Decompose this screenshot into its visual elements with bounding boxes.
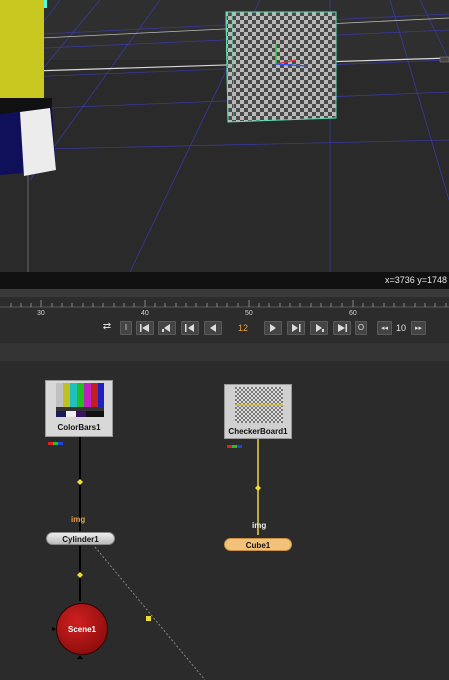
cylinder-node[interactable]: Cylinder1 xyxy=(46,532,115,545)
cube-object[interactable] xyxy=(225,11,337,123)
step-forward-button[interactable] xyxy=(287,321,305,335)
timeline-tick-label: 40 xyxy=(141,310,149,317)
previous-keyframe-button[interactable] xyxy=(158,321,176,335)
light-object[interactable] xyxy=(439,56,449,63)
set-out-point-button[interactable]: O xyxy=(355,321,367,335)
go-to-end-button[interactable] xyxy=(333,321,351,335)
cylinder-input-label: img xyxy=(71,515,86,524)
current-frame-field[interactable]: 12 xyxy=(232,321,254,335)
colorbars-node-label: ColorBars1 xyxy=(57,423,101,432)
node-graph-panel[interactable]: ColorBars1 CheckerBoard1 img Cylinder1 i… xyxy=(0,361,449,680)
previous-keyframe-icon xyxy=(162,324,170,332)
timeline-tick-label: 50 xyxy=(245,310,253,317)
play-backward-icon xyxy=(210,324,216,332)
go-to-start-button[interactable] xyxy=(136,321,154,335)
step-backward-by-increment-button[interactable]: ◂◂ xyxy=(377,321,392,335)
fast-forward-icon: ▸▸ xyxy=(414,325,423,332)
viewer-canvas[interactable] xyxy=(0,0,449,272)
step-forward-by-increment-button[interactable]: ▸▸ xyxy=(411,321,426,335)
timeline-tick-label: 60 xyxy=(349,310,357,317)
step-back-icon xyxy=(185,324,194,332)
next-keyframe-icon xyxy=(316,324,324,332)
cube-node[interactable]: Cube1 xyxy=(224,538,292,551)
skip-to-start-icon xyxy=(140,324,149,332)
frame-increment-field[interactable]: 10 xyxy=(392,321,410,335)
panel-divider[interactable] xyxy=(0,289,449,297)
colorbars-node[interactable]: ColorBars1 xyxy=(45,380,113,445)
timeline-tick-label: 30 xyxy=(37,310,45,317)
set-in-point-button[interactable]: I xyxy=(120,321,132,335)
next-keyframe-button[interactable] xyxy=(310,321,328,335)
play-forward-button[interactable] xyxy=(264,321,282,335)
node-output-swatch xyxy=(227,435,245,448)
loop-mode-button[interactable]: ⇄ xyxy=(98,321,116,335)
timeline-panel[interactable]: 30 40 50 60 ⇄ I 12 O ◂◂ 10 ▸▸ xyxy=(0,297,449,343)
step-forward-icon xyxy=(292,324,301,332)
timeline-ruler[interactable]: 30 40 50 60 xyxy=(0,297,449,319)
loop-icon: ⇄ xyxy=(102,321,112,332)
step-back-button[interactable] xyxy=(181,321,199,335)
node-output-swatch xyxy=(48,432,66,445)
play-forward-icon xyxy=(270,324,276,332)
skip-to-end-icon xyxy=(338,324,347,332)
rewind-icon: ◂◂ xyxy=(380,325,389,332)
play-backward-button[interactable] xyxy=(204,321,222,335)
cube-input-label: img xyxy=(252,521,267,530)
checkerboard-node[interactable]: CheckerBoard1 xyxy=(224,384,292,448)
scene-node-label: Scene1 xyxy=(67,625,97,634)
viewer-coordinate-readout: x=3736 y=1748 xyxy=(0,272,449,289)
horizon-line xyxy=(0,57,449,73)
scene-node[interactable]: Scene1 xyxy=(56,603,108,655)
panel-divider[interactable] xyxy=(0,343,449,361)
3d-viewer[interactable] xyxy=(0,0,449,272)
